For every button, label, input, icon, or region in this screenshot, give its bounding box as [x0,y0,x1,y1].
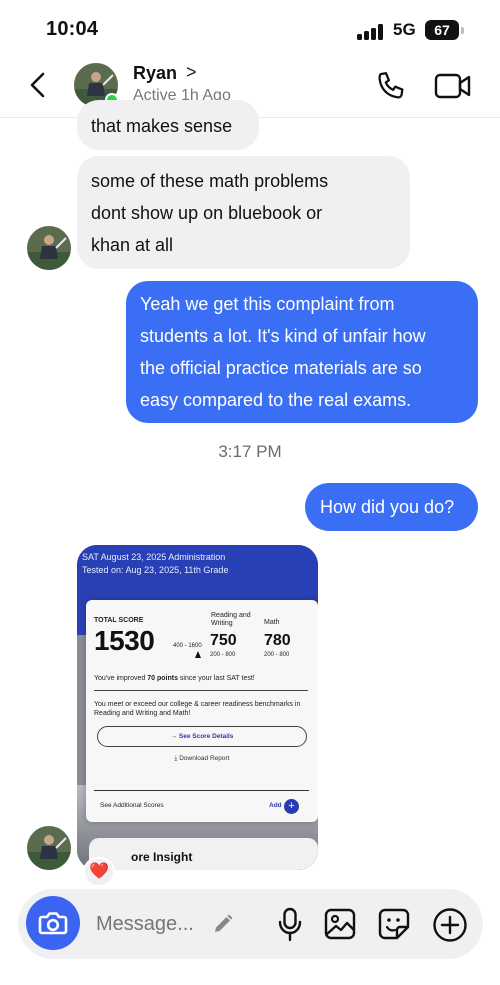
message-line: Yeah we get this complaint from [140,294,395,314]
score-insight-title: ore Insight [131,850,193,864]
admin-line: SAT August 23, 2025 Administration [82,552,226,562]
download-report-link: ⤓ Download Report [174,755,230,762]
message-line: that makes sense [91,116,233,136]
chat-timestamp: 3:17 PM [218,442,282,461]
phone-icon[interactable] [374,69,408,103]
message-line: students a lot. It's kind of unfair how [140,326,426,346]
message-line: the official practice materials are so [140,358,422,378]
improvement-prefix: You've improved [94,675,148,682]
network-type: 5G [393,20,416,39]
battery-icon: 67 [425,20,459,40]
math-range: 200 - 800 [264,652,290,658]
chevron-right-icon[interactable]: > [186,62,197,83]
additional-scores-label: See Additional Scores [100,802,164,809]
message-bubble-sent[interactable]: How did you do? [305,483,478,531]
admin-line: Tested on: Aug 23, 2025, 11th Grade [82,565,229,575]
back-icon[interactable] [22,68,56,102]
status-bar: 10:04 5G 67 [0,0,500,60]
mouse-cursor-icon [195,651,201,658]
rw-score: 750 [210,632,237,649]
message-line: easy compared to the real exams. [140,390,412,410]
battery-cap [461,27,464,34]
signal-strength-icon [357,24,387,40]
score-card: TOTAL SCORE 1530 400 - 1600 Reading and … [86,600,318,822]
add-label: Add [269,802,282,809]
math-label: Math [264,619,280,626]
message-bubble-received[interactable]: that makes sense [77,100,259,150]
total-score-range: 400 - 1600 [173,643,202,649]
heart-reaction-icon[interactable]: ❤️ [83,857,115,887]
improvement-text: You've improved 70 points since your las… [94,675,309,682]
total-score: 1530 [94,625,155,656]
photo-admin-info: SAT August 23, 2025 Administration Teste… [82,551,228,577]
status-time: 10:04 [46,18,99,40]
message-bubble-received[interactable]: some of these math problems dont show up… [77,156,410,269]
improvement-suffix: since your last SAT test! [177,675,255,682]
camera-icon[interactable] [26,896,80,950]
benchmark-text: You meet or exceed our college & career … [94,701,301,717]
message-bubble-sent[interactable]: Yeah we get this complaint from students… [126,281,478,423]
divider [94,790,309,791]
pencil-icon [211,912,235,936]
message-line: dont show up on bluebook or [91,203,323,223]
gallery-icon[interactable] [323,907,357,941]
score-insight-card: ore Insight [89,838,318,870]
video-camera-icon[interactable] [433,69,473,103]
sender-avatar[interactable] [27,826,71,870]
improvement-points: 70 points [147,675,178,682]
total-score-label: TOTAL SCORE [94,617,144,624]
message-line: khan at all [91,235,174,255]
math-score: 780 [264,632,291,649]
sender-avatar[interactable] [27,226,71,270]
rw-label: Reading and Writing [211,612,251,627]
plus-icon[interactable] [432,907,468,943]
microphone-icon[interactable] [276,906,304,944]
sticker-icon[interactable] [377,907,411,941]
divider [94,690,308,691]
see-score-details-button: → See Score Details [97,726,307,747]
message-composer [18,889,483,959]
message-line: some of these math problems [91,171,329,191]
rw-range: 200 - 800 [210,652,236,658]
add-circle-icon: + [284,799,299,814]
photo-message[interactable]: SAT August 23, 2025 Administration Teste… [77,545,318,870]
contact-name[interactable]: Ryan [133,63,177,84]
